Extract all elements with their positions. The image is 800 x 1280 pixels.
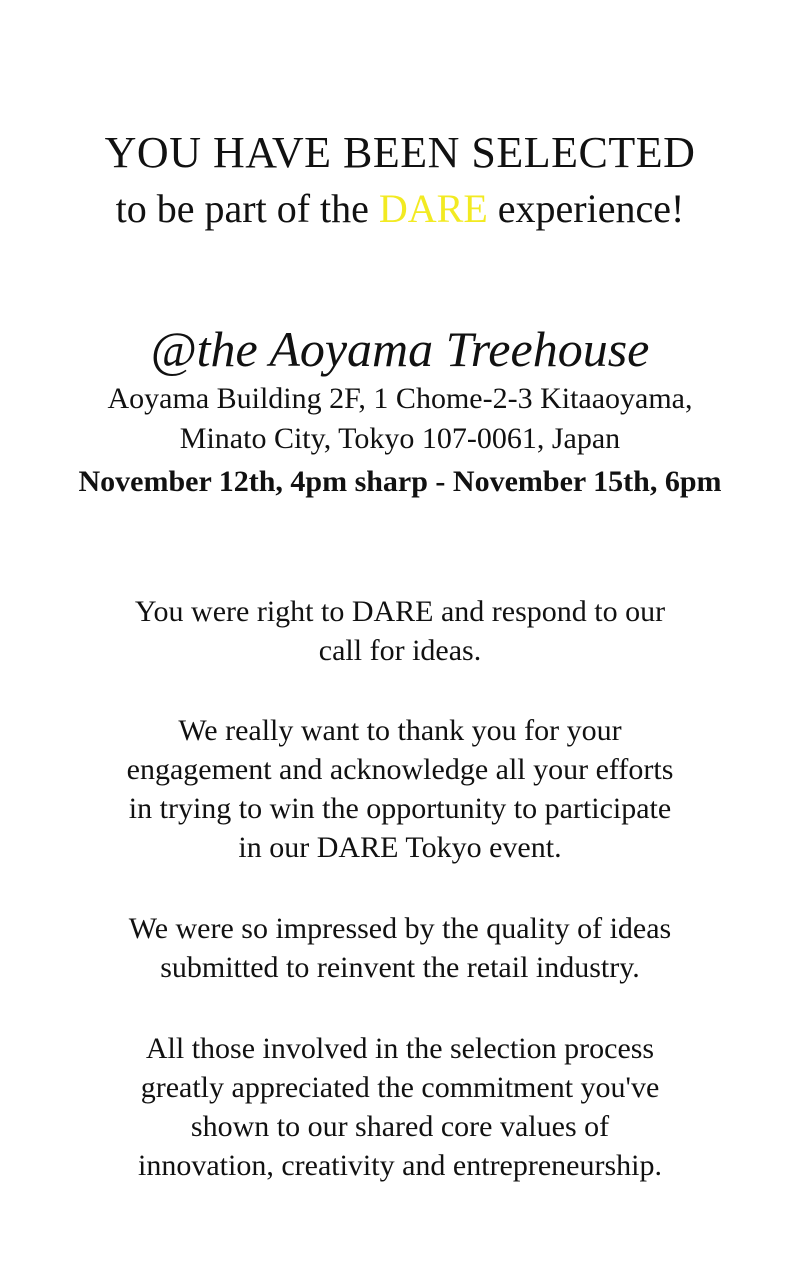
message-paragraph-3: We were so impressed by the quality of i… [0,909,800,987]
message-line: engagement and acknowledge all your effo… [126,753,674,786]
message-line: submitted to reinvent the retail industr… [160,951,640,984]
message-line: All those involved in the selection proc… [145,1032,655,1065]
dare-brand-text: DARE [378,186,488,231]
message-line: in trying to win the opportunity to part… [128,792,672,825]
selected-headline: YOU HAVE BEEN SELECTED [104,128,696,177]
message-line: innovation, creativity and entrepreneurs… [138,1149,662,1182]
message-paragraph-1: You were right to DARE and respond to ou… [0,592,800,670]
message-line: greatly appreciated the commitment you'v… [140,1071,660,1104]
message-paragraph-4: All those involved in the selection proc… [0,1029,800,1185]
venue-address-line-1: Aoyama Building 2F, 1 Chome-2-3 Kitaaoya… [107,382,693,415]
message-line: call for ideas. [318,634,482,667]
selected-subline: to be part of the DARE experience! [0,182,800,236]
subline-suffix: experience! [487,186,685,231]
message-paragraph-2: We really want to thank you for your eng… [0,711,800,867]
message-line: shown to our shared core values of [190,1110,610,1143]
venue-name: @the Aoyama Treehouse [150,321,650,377]
venue-address-line-2: Minato City, Tokyo 107-0061, Japan [179,422,621,455]
subline-prefix: to be part of the [115,186,379,231]
message-line: You were right to DARE and respond to ou… [134,595,666,628]
message-line: in our DARE Tokyo event. [238,831,562,864]
message-line: We were so impressed by the quality of i… [128,912,672,945]
message-line: We really want to thank you for your [178,714,622,747]
event-dates: November 12th, 4pm sharp - November 15th… [78,465,722,498]
